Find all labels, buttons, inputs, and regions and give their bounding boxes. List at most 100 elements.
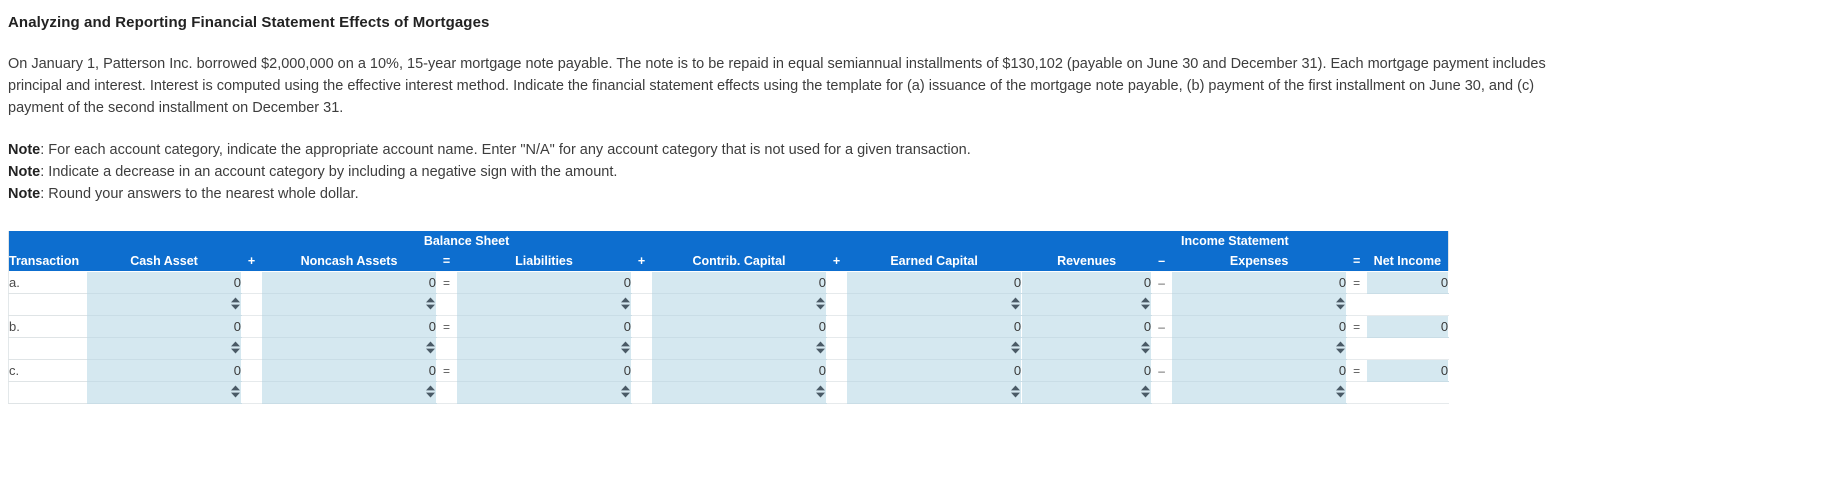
amount-cell-liabilities[interactable]: 0 bbox=[456, 315, 632, 338]
amount-cell-liabilities[interactable]: 0 bbox=[456, 359, 632, 382]
amount-cell-revenues[interactable]: 0 bbox=[1021, 271, 1153, 294]
transaction-label-cell: b. bbox=[8, 315, 87, 338]
account-select-cash_asset[interactable] bbox=[86, 381, 242, 404]
group-header-spacer-2 bbox=[846, 231, 1022, 251]
column-header-transaction: Transaction bbox=[8, 251, 87, 272]
spinner-updown-icon bbox=[230, 297, 241, 310]
amount-cell-net_income[interactable]: 0 bbox=[1366, 271, 1450, 294]
operator-cell-op_plus_3 bbox=[825, 293, 848, 316]
account-select-noncash_assets[interactable] bbox=[261, 381, 437, 404]
operator-cell-op_plus_1 bbox=[241, 315, 262, 338]
amount-cell-cash_asset[interactable]: 0 bbox=[86, 271, 242, 294]
note-label: Note bbox=[8, 164, 41, 180]
spinner-updown-icon bbox=[1335, 385, 1346, 398]
amount-cell-noncash_assets[interactable]: 0 bbox=[261, 315, 437, 338]
operator-cell-op_plus_1 bbox=[241, 271, 262, 294]
column-header-earned_capital: Earned Capital bbox=[846, 251, 1022, 272]
operator-cell-op_plus_3 bbox=[825, 337, 848, 360]
spinner-updown-icon bbox=[815, 341, 826, 354]
column-header-op_plus_2: + bbox=[631, 251, 652, 272]
amount-cell-noncash_assets[interactable]: 0 bbox=[261, 271, 437, 294]
account-select-contrib_capital[interactable] bbox=[651, 337, 827, 360]
financial-statement-effects-table: Balance Sheet Income Statement Transacti… bbox=[8, 231, 1450, 404]
amount-cell-earned_capital[interactable]: 0 bbox=[846, 315, 1023, 338]
account-select-expenses[interactable] bbox=[1171, 293, 1348, 316]
operator-cell-op_plus_1 bbox=[241, 293, 262, 316]
amount-cell-contrib_capital[interactable]: 0 bbox=[651, 271, 827, 294]
account-select-contrib_capital[interactable] bbox=[651, 293, 827, 316]
account-select-liabilities[interactable] bbox=[456, 381, 632, 404]
group-header-row: Balance Sheet Income Statement bbox=[8, 231, 1449, 251]
operator-cell-op_plus_2 bbox=[631, 293, 652, 316]
operator-cell-op_plus_1 bbox=[241, 337, 262, 360]
operator-cell-op_eq_2 bbox=[1346, 381, 1368, 404]
operator-cell-op_eq_2 bbox=[1346, 293, 1368, 316]
amount-cell-net_income[interactable]: 0 bbox=[1366, 359, 1450, 382]
amount-cell-net_income[interactable]: 0 bbox=[1366, 315, 1450, 338]
operator-cell-op_minus: – bbox=[1151, 315, 1173, 338]
account-select-revenues[interactable] bbox=[1021, 381, 1153, 404]
account-select-noncash_assets[interactable] bbox=[261, 337, 437, 360]
note-text: : Indicate a decrease in an account cate… bbox=[40, 164, 618, 180]
table-head: Balance Sheet Income Statement Transacti… bbox=[8, 231, 1449, 272]
amount-cell-revenues[interactable]: 0 bbox=[1021, 315, 1153, 338]
account-select-revenues[interactable] bbox=[1021, 337, 1153, 360]
spinner-updown-icon bbox=[620, 341, 631, 354]
column-header-row: Transaction Cash Asset + Noncash Assets = Lia… bbox=[8, 251, 1449, 272]
amount-cell-contrib_capital[interactable]: 0 bbox=[651, 315, 827, 338]
column-header-op_plus_1: + bbox=[241, 251, 262, 272]
group-header-spacer bbox=[8, 231, 87, 251]
column-header-revenues: Revenues bbox=[1021, 251, 1152, 272]
account-select-contrib_capital[interactable] bbox=[651, 381, 827, 404]
spinner-updown-icon bbox=[230, 385, 241, 398]
account-select-expenses[interactable] bbox=[1171, 337, 1348, 360]
transaction-label-cell: a. bbox=[8, 271, 87, 294]
notes-list: Note: For each account category, indicat… bbox=[8, 139, 1841, 205]
operator-cell-op_eq_2: = bbox=[1346, 271, 1368, 294]
account-select-earned_capital[interactable] bbox=[846, 337, 1023, 360]
operator-cell-op_eq_1 bbox=[436, 337, 457, 360]
note-item: Note: For each account category, indicat… bbox=[8, 139, 1841, 161]
amount-cell-noncash_assets[interactable]: 0 bbox=[261, 359, 437, 382]
table-row-amounts: a. 0 0 = 0 0 0 0–0 = 0 bbox=[8, 271, 1450, 294]
account-select-cash_asset[interactable] bbox=[86, 293, 242, 316]
amount-cell-expenses[interactable]: 0 bbox=[1171, 271, 1348, 294]
operator-cell-op_plus_2 bbox=[631, 271, 652, 294]
transaction-label-cell: c. bbox=[8, 359, 87, 382]
operator-cell-op_plus_2 bbox=[631, 337, 652, 360]
empty-cell-net-income bbox=[1366, 293, 1450, 316]
group-header-income-statement: Income Statement bbox=[1021, 231, 1449, 251]
amount-cell-contrib_capital[interactable]: 0 bbox=[651, 359, 827, 382]
account-select-noncash_assets[interactable] bbox=[261, 293, 437, 316]
column-header-op_plus_3: + bbox=[826, 251, 847, 272]
operator-cell-op_eq_2: = bbox=[1346, 359, 1368, 382]
account-select-liabilities[interactable] bbox=[456, 293, 632, 316]
amount-cell-earned_capital[interactable]: 0 bbox=[846, 359, 1023, 382]
account-select-earned_capital[interactable] bbox=[846, 293, 1023, 316]
amount-cell-cash_asset[interactable]: 0 bbox=[86, 315, 242, 338]
amount-cell-revenues[interactable]: 0 bbox=[1021, 359, 1153, 382]
amount-cell-liabilities[interactable]: 0 bbox=[456, 271, 632, 294]
account-select-expenses[interactable] bbox=[1171, 381, 1348, 404]
operator-cell-op_plus_3 bbox=[825, 359, 848, 382]
transaction-label-cell bbox=[8, 337, 87, 360]
account-select-liabilities[interactable] bbox=[456, 337, 632, 360]
amount-cell-expenses[interactable]: 0 bbox=[1171, 359, 1348, 382]
column-header-expenses: Expenses bbox=[1171, 251, 1347, 272]
operator-cell-op_plus_3 bbox=[825, 271, 848, 294]
amount-cell-earned_capital[interactable]: 0 bbox=[846, 271, 1023, 294]
table-row-selects bbox=[8, 337, 1450, 360]
operator-cell-op_plus_3 bbox=[825, 315, 848, 338]
operator-cell-op_eq_2: = bbox=[1346, 315, 1368, 338]
operator-cell-op_eq_1 bbox=[436, 293, 457, 316]
account-select-earned_capital[interactable] bbox=[846, 381, 1023, 404]
note-label: Note bbox=[8, 186, 41, 202]
account-select-cash_asset[interactable] bbox=[86, 337, 242, 360]
spinner-updown-icon bbox=[1335, 297, 1346, 310]
amount-cell-cash_asset[interactable]: 0 bbox=[86, 359, 242, 382]
operator-cell-op_minus: – bbox=[1151, 359, 1173, 382]
amount-cell-expenses[interactable]: 0 bbox=[1171, 315, 1348, 338]
account-select-revenues[interactable] bbox=[1021, 293, 1153, 316]
spinner-updown-icon bbox=[1335, 341, 1346, 354]
column-header-op_minus: – bbox=[1151, 251, 1172, 272]
